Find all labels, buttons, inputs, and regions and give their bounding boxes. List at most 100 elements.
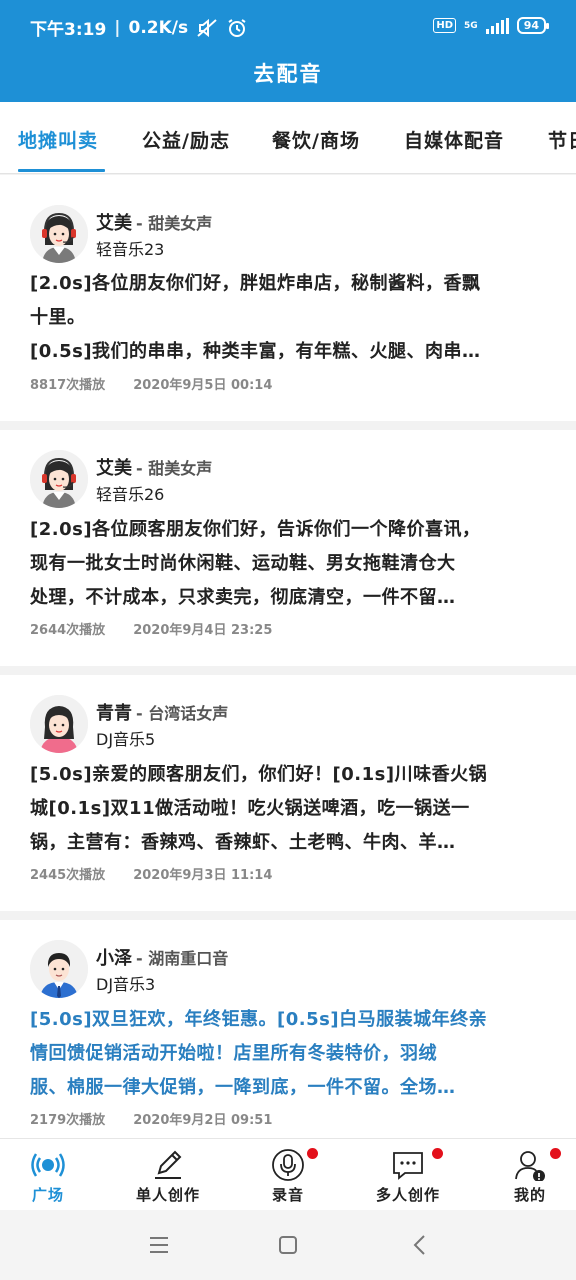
voice-card[interactable]: 小泽 - 湖南重口音 DJ音乐3 [5.0s]双旦狂欢，年终钜惠。[0.5s]白马… <box>0 920 576 1138</box>
script-text[interactable]: [2.0s]各位顾客朋友你们好，告诉你们一个降价喜讯， 现有一批女士时尚休闲鞋、… <box>30 513 546 615</box>
notification-dot <box>550 1148 561 1159</box>
nav-label: 多人创作 <box>375 1186 440 1204</box>
speaker-name: 艾美 <box>96 458 132 479</box>
speaker-name-row: 小泽 - 湖南重口音 <box>96 944 228 970</box>
alarm-icon <box>226 18 248 38</box>
signal-icon <box>485 17 509 34</box>
nav-square[interactable]: 广场 <box>0 1139 96 1211</box>
script-line: 十里。 <box>30 307 86 328</box>
script-line: 服、棉服一律大促销，一降到底，一件不留。全场… <box>30 1077 456 1098</box>
play-count: 8817次播放 <box>30 378 106 393</box>
nav-multi-create[interactable]: 多人创作 <box>358 1139 458 1211</box>
male-suit-avatar-icon <box>30 940 88 998</box>
active-tab-indicator <box>18 169 105 172</box>
female-headset-avatar-icon <box>30 450 88 508</box>
app-header: 下午3:19 | 0.2K/s HD 5G 94 去配音 <box>0 0 576 102</box>
speaker-name: 艾美 <box>96 213 132 234</box>
avatar[interactable] <box>30 450 88 508</box>
voice-card[interactable]: 青青 - 台湾话女声 DJ音乐5 [5.0s]亲爱的顾客朋友们，你们好！[0.1s… <box>0 675 576 911</box>
card-meta: 8817次播放 2020年9月5日 00:14 <box>30 374 272 393</box>
nav-solo-create[interactable]: 单人创作 <box>118 1139 218 1211</box>
user-icon <box>515 1151 545 1181</box>
background-music: 轻音乐23 <box>96 240 165 259</box>
voice-type: - 湖南重口音 <box>136 949 229 968</box>
voice-type: - 台湾话女声 <box>136 704 229 723</box>
card-meta: 2445次播放 2020年9月3日 11:14 <box>30 864 272 883</box>
script-line: [2.0s]各位顾客朋友你们好，告诉你们一个降价喜讯， <box>30 519 481 540</box>
pencil-icon <box>155 1150 182 1179</box>
chat-bubble-icon <box>393 1152 423 1180</box>
system-navigation-bar <box>0 1210 576 1280</box>
status-time: 下午3:19 <box>30 20 107 40</box>
menu-icon[interactable] <box>144 1232 174 1258</box>
broadcast-icon <box>31 1153 65 1177</box>
speaker-name-row: 艾美 - 甜美女声 <box>96 454 212 480</box>
publish-date: 2020年9月5日 00:14 <box>133 378 273 393</box>
mute-icon <box>196 18 218 38</box>
voice-card[interactable]: 艾美 - 甜美女声 轻音乐23 [2.0s]各位朋友你们好，胖姐炸串店，秘制酱料，… <box>0 175 576 421</box>
background-music: DJ音乐5 <box>96 730 156 749</box>
back-icon[interactable] <box>405 1232 435 1258</box>
voice-type: - 甜美女声 <box>136 214 213 233</box>
female-headset-avatar-icon <box>30 205 88 263</box>
script-line: [5.0s]亲爱的顾客朋友们，你们好！[0.1s]川味香火锅 <box>30 764 488 785</box>
publish-date: 2020年9月2日 09:51 <box>133 1113 273 1128</box>
avatar[interactable] <box>30 205 88 263</box>
female-pink-avatar-icon <box>30 695 88 753</box>
script-text[interactable]: [2.0s]各位朋友你们好，胖姐炸串店，秘制酱料，香飘 十里。 [0.5s]我们… <box>30 267 546 369</box>
play-count: 2179次播放 <box>30 1113 106 1128</box>
script-line: 处理，不计成本，只求卖完，彻底清空，一件不留… <box>30 587 456 608</box>
script-line: 现有一批女士时尚休闲鞋、运动鞋、男女拖鞋清仓大 <box>30 553 456 574</box>
script-line: [5.0s]双旦狂欢，年终钜惠。[0.5s]白马服装城年终亲 <box>30 1009 488 1030</box>
microphone-icon <box>272 1149 304 1181</box>
play-count: 2644次播放 <box>30 623 106 638</box>
script-text[interactable]: [5.0s]亲爱的顾客朋友们，你们好！[0.1s]川味香火锅 城[0.1s]双1… <box>30 758 546 860</box>
publish-date: 2020年9月4日 23:25 <box>133 623 273 638</box>
script-line: [0.5s]我们的串串，种类丰富，有年糕、火腿、肉串… <box>30 341 481 362</box>
nav-mine[interactable]: 我的 <box>482 1139 576 1211</box>
publish-date: 2020年9月3日 11:14 <box>133 868 273 883</box>
speaker-name-row: 艾美 - 甜美女声 <box>96 209 212 235</box>
home-icon[interactable] <box>273 1232 303 1258</box>
background-music: 轻音乐26 <box>96 485 165 504</box>
tab-catering-mall[interactable]: 餐饮/商场 <box>272 126 360 153</box>
script-line: 情回馈促销活动开始啦！店里所有冬装特价，羽绒 <box>30 1043 437 1064</box>
notification-dot <box>432 1148 443 1159</box>
network-type: 5G <box>464 20 478 31</box>
category-tabs: 地摊叫卖 公益/励志 餐饮/商场 自媒体配音 节日 <box>0 102 576 174</box>
tab-self-media[interactable]: 自媒体配音 <box>404 126 504 153</box>
script-line: 城[0.1s]双11做活动啦！吃火锅送啤酒，吃一锅送一 <box>30 798 470 819</box>
status-separator: | <box>114 17 121 38</box>
voice-type: - 甜美女声 <box>136 459 213 478</box>
background-music: DJ音乐3 <box>96 975 156 994</box>
notification-dot <box>307 1148 318 1159</box>
avatar[interactable] <box>30 695 88 753</box>
script-line: 锅，主营有：香辣鸡、香辣虾、土老鸭、牛肉、羊… <box>30 832 456 853</box>
battery-indicator: 94 <box>516 17 550 34</box>
nav-label: 单人创作 <box>135 1186 200 1204</box>
card-meta: 2644次播放 2020年9月4日 23:25 <box>30 619 272 638</box>
hd-badge: HD <box>433 18 457 33</box>
speaker-name: 青青 <box>96 703 132 724</box>
nav-record[interactable]: 录音 <box>240 1139 336 1211</box>
network-speed: 0.2K/s <box>128 17 189 38</box>
play-count: 2445次播放 <box>30 868 106 883</box>
tab-holiday[interactable]: 节日 <box>548 126 576 153</box>
tab-public-welfare[interactable]: 公益/励志 <box>142 126 230 153</box>
script-text[interactable]: [5.0s]双旦狂欢，年终钜惠。[0.5s]白马服装城年终亲 情回馈促销活动开始… <box>30 1003 546 1105</box>
bottom-navigation: 广场 单人创作 录音 多人创作 我的 <box>0 1138 576 1210</box>
page-title: 去配音 <box>253 62 323 86</box>
speaker-name: 小泽 <box>96 948 132 969</box>
speaker-name-row: 青青 - 台湾话女声 <box>96 699 228 725</box>
nav-label: 我的 <box>513 1186 546 1204</box>
status-right: HD 5G 94 <box>433 17 550 34</box>
card-meta: 2179次播放 2020年9月2日 09:51 <box>30 1109 272 1128</box>
nav-label: 录音 <box>271 1186 304 1204</box>
voice-card[interactable]: 艾美 - 甜美女声 轻音乐26 [2.0s]各位顾客朋友你们好，告诉你们一个降价喜… <box>0 430 576 666</box>
avatar[interactable] <box>30 940 88 998</box>
script-line: [2.0s]各位朋友你们好，胖姐炸串店，秘制酱料，香飘 <box>30 273 481 294</box>
status-left: 下午3:19 | 0.2K/s <box>30 15 248 40</box>
tab-street-vending[interactable]: 地摊叫卖 <box>18 126 98 153</box>
status-bar: 下午3:19 | 0.2K/s HD 5G 94 <box>0 0 576 50</box>
nav-label: 广场 <box>31 1186 64 1204</box>
